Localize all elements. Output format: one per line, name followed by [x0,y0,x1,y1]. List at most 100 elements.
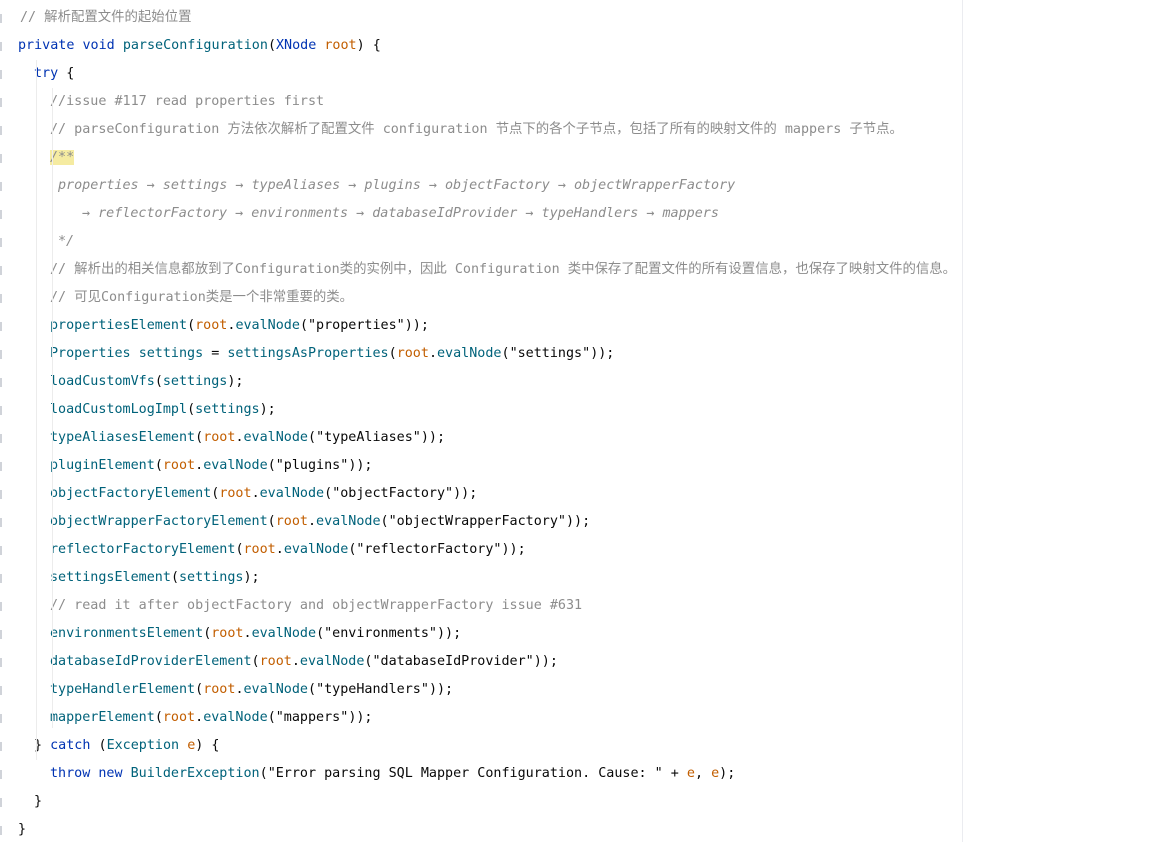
code-line[interactable]: loadCustomVfs(settings); [50,368,244,396]
code-token: + [662,766,687,781]
code-token: root [324,38,357,53]
code-token: "objectWrapperFactory" [388,514,566,529]
code-token: ( [90,738,107,753]
code-line[interactable]: mapperElement(root.evalNode("mappers")); [50,704,373,732]
code-token: "environments" [324,626,437,641]
code-line[interactable]: */ [58,228,74,256]
code-token: } [18,822,27,837]
code-line[interactable]: throw new BuilderException("Error parsin… [50,760,735,788]
code-token: )); [565,514,591,529]
code-line[interactable]: settingsElement(settings); [50,564,260,592]
code-line[interactable]: /** [50,144,75,172]
code-token: settings [138,346,204,361]
code-line[interactable]: objectFactoryElement(root.evalNode("obje… [50,480,477,508]
code-line[interactable]: } catch (Exception e) { [34,732,219,760]
gutter-fold-marker [0,350,2,359]
code-line[interactable]: // 解析出的相关信息都放到了Configuration类的实例中，因此 Con… [50,256,956,284]
code-token: ( [501,346,510,361]
code-line[interactable]: reflectorFactoryElement(root.evalNode("r… [50,536,526,564]
code-line[interactable]: // parseConfiguration 方法依次解析了配置文件 config… [50,116,903,144]
code-token: )); [348,458,373,473]
code-line[interactable]: propertiesElement(root.evalNode("propert… [50,312,429,340]
code-token: root [211,626,244,641]
code-token: ); [719,766,736,781]
code-line[interactable]: try { [34,60,74,88]
code-token: evalNode [437,346,502,361]
code-editor[interactable]: // 解析配置文件的起始位置 private void parseConfigur… [0,0,962,842]
code-token: evalNode [251,626,317,641]
code-token: e [686,766,695,781]
code-token: reflectorFactoryElement [50,542,236,557]
code-line[interactable]: // read it after objectFactory and objec… [50,592,582,620]
code-token: root [396,346,429,361]
code-token: settings [179,570,244,585]
code-token: evalNode [316,514,381,529]
code-token: */ [58,234,75,249]
gutter-fold-marker [0,14,2,23]
code-token: "settings" [509,346,591,361]
code-token: settingsAsProperties [227,346,389,361]
code-token: databaseIdProviderElement [50,654,252,669]
code-line[interactable]: loadCustomLogImpl(settings); [50,396,276,424]
code-line[interactable]: databaseIdProviderElement(root.evalNode(… [50,648,558,676]
code-line[interactable]: typeHandlerElement(root.evalNode("typeHa… [50,676,453,704]
gutter-fold-marker [0,574,2,583]
code-token: "properties" [308,318,405,333]
code-token: "typeAliases" [316,430,421,445]
code-token: root [195,318,228,333]
gutter-fold-marker [0,42,2,51]
code-token: e [711,766,720,781]
gutter-fold-marker [0,714,2,723]
code-line[interactable]: Properties settings = settingsAsProperti… [50,340,614,368]
code-line[interactable]: // 解析配置文件的起始位置 [20,4,191,32]
gutter-fold-marker [0,630,2,639]
code-token: . [235,430,244,445]
code-token: Properties [50,346,131,361]
code-token: ( [195,682,204,697]
gutter-fold-marker [0,658,2,667]
code-token: = [203,346,228,361]
code-token: root [275,514,308,529]
code-line[interactable]: // 可见Configuration类是一个非常重要的类。 [50,284,353,312]
code-token: ( [380,514,389,529]
code-line[interactable]: typeAliasesElement(root.evalNode("typeAl… [50,424,445,452]
code-token: ( [259,766,268,781]
code-line[interactable]: objectWrapperFactoryElement(root.evalNod… [50,508,590,536]
code-token: Exception [106,738,180,753]
code-token: ( [316,626,325,641]
code-line[interactable]: private void parseConfiguration(XNode ro… [18,32,381,60]
code-line[interactable]: //issue #117 read properties first [50,88,324,116]
code-token: // parseConfiguration 方法依次解析了配置文件 config… [50,122,903,137]
code-token: ( [267,514,276,529]
code-token: environmentsElement [50,626,204,641]
code-token: // 解析配置文件的起始位置 [20,10,192,25]
code-token: )); [501,542,526,557]
code-line[interactable]: properties → settings → typeAliases → pl… [58,172,735,200]
code-token: . [291,654,300,669]
code-token: "reflectorFactory" [356,542,502,557]
gutter-fold-marker [0,686,2,695]
code-token: root [219,486,252,501]
code-token: "plugins" [275,458,349,473]
code-token: ( [235,542,244,557]
code-line[interactable]: environmentsElement(root.evalNode("envir… [50,620,461,648]
gutter-fold-marker [0,518,2,527]
code-token: // 解析出的相关信息都放到了Configuration类的实例中，因此 Con… [50,262,957,277]
code-line[interactable]: } [18,816,26,842]
code-token: pluginElement [50,458,155,473]
code-token: ( [324,486,333,501]
code-line[interactable]: → reflectorFactory → environments → data… [82,200,719,228]
code-line[interactable]: pluginElement(root.evalNode("plugins")); [50,452,373,480]
gutter-fold-marker [0,126,2,135]
code-token: "objectFactory" [332,486,454,501]
code-token: ); [243,570,260,585]
code-token: settings [162,374,228,389]
gutter-fold-marker [0,826,2,835]
code-token: BuilderException [130,766,260,781]
code-token: "mappers" [275,710,349,725]
code-token: // read it after objectFactory and objec… [50,598,583,613]
code-line[interactable]: } [34,788,42,816]
code-token: // 可见Configuration类是一个非常重要的类。 [50,290,354,305]
